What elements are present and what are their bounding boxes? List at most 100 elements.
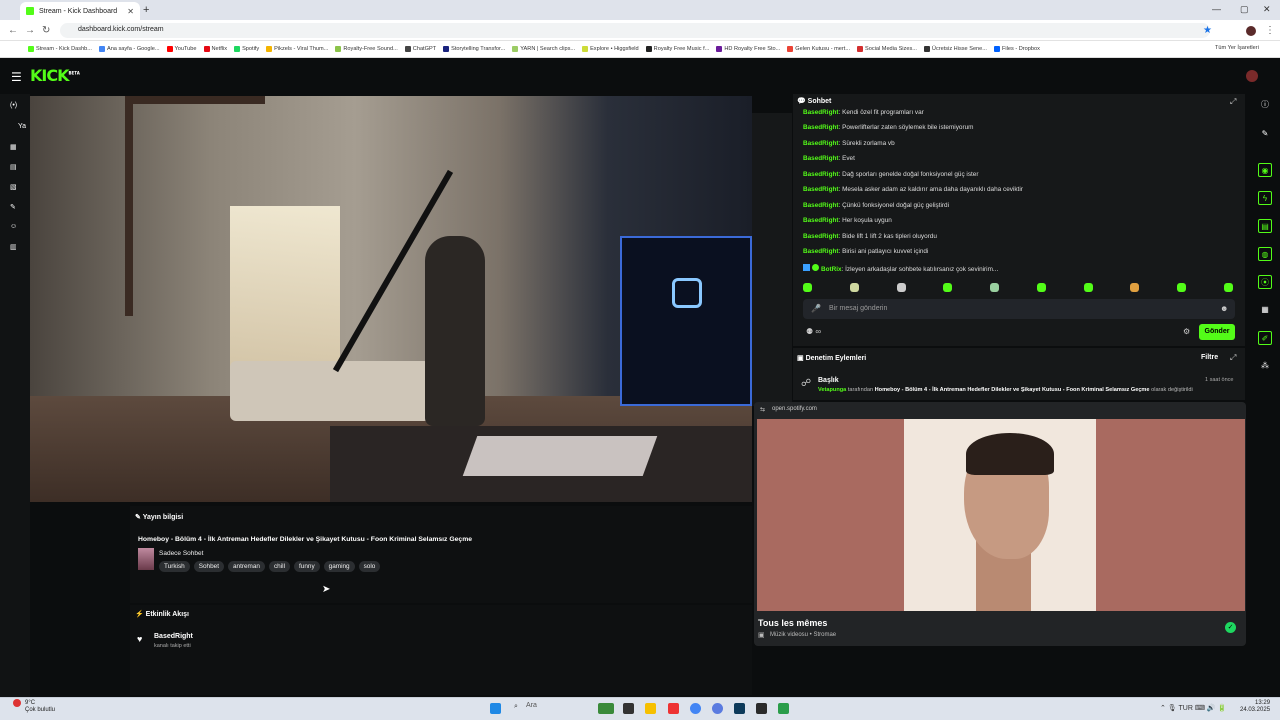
- camera-icon[interactable]: ◉: [1258, 163, 1272, 177]
- bookmark-item[interactable]: YARN | Search clips...: [512, 46, 575, 52]
- maximize-button[interactable]: ▢: [1240, 4, 1249, 15]
- bookmark-item[interactable]: Ana sayfa - Google...: [98, 46, 160, 52]
- users-icon[interactable]: ☺: [10, 223, 17, 230]
- bookmark-item[interactable]: Spotify: [234, 46, 259, 52]
- emote-icon[interactable]: [1130, 283, 1140, 292]
- clock[interactable]: 13:29 24.03.2025: [1240, 700, 1270, 714]
- chat-icon[interactable]: ◍: [1258, 247, 1272, 261]
- bookmark-item[interactable]: HD Royalty Free Sto...: [716, 46, 780, 52]
- emote-icon[interactable]: [1083, 283, 1093, 292]
- layers-icon[interactable]: ▦: [1258, 303, 1272, 317]
- send-button[interactable]: Gönder: [1199, 324, 1235, 340]
- popout-icon[interactable]: ⤢: [1230, 353, 1236, 363]
- widget-icon[interactable]: [598, 703, 614, 714]
- emote-icon[interactable]: [990, 283, 1000, 292]
- broadcast-icon[interactable]: ⦿: [1258, 275, 1272, 289]
- url-field[interactable]: dashboard.kick.com/stream: [60, 23, 1210, 38]
- emote-icon[interactable]: [1036, 283, 1046, 292]
- edit-icon[interactable]: ✎: [1258, 127, 1272, 141]
- menu-icon[interactable]: ⋮: [1265, 25, 1275, 36]
- bookmark-item[interactable]: Files - Dropbox: [993, 46, 1040, 52]
- windows-start-icon[interactable]: [490, 703, 501, 714]
- user-avatar[interactable]: [1246, 70, 1258, 82]
- file-explorer-icon[interactable]: [645, 703, 656, 714]
- bookmark-item[interactable]: Ücretsiz Hisse Sene...: [923, 46, 987, 52]
- bookmark-item[interactable]: Royalty-Free Sound...: [335, 46, 398, 52]
- bookmark-item[interactable]: Storytelling Transfor...: [443, 46, 505, 52]
- popout-icon[interactable]: ⤢: [1230, 97, 1236, 107]
- chrome-icon[interactable]: [690, 703, 701, 714]
- tag[interactable]: antreman: [227, 561, 265, 572]
- app-icon[interactable]: [756, 703, 767, 714]
- emote-icon[interactable]: [943, 283, 953, 292]
- tools-icon[interactable]: ✎: [10, 203, 16, 211]
- library-icon[interactable]: ▥: [10, 243, 17, 251]
- bookmark-item[interactable]: ChatGPT: [404, 46, 436, 52]
- check-icon[interactable]: ✓: [1225, 622, 1236, 633]
- bookmark-star-icon[interactable]: ★: [1203, 25, 1212, 36]
- close-window-button[interactable]: ✕: [1263, 4, 1271, 15]
- taskbar-search[interactable]: Ara: [510, 702, 590, 715]
- emote-icon[interactable]: [1177, 283, 1187, 292]
- bolt-icon[interactable]: ϟ: [1258, 191, 1272, 205]
- tag[interactable]: solo: [358, 561, 381, 572]
- all-bookmarks-link[interactable]: Tüm Yer İşaretleri: [1215, 45, 1259, 51]
- emote-icon[interactable]: [1223, 283, 1233, 292]
- tag[interactable]: chill: [268, 561, 290, 572]
- info-icon[interactable]: ⓘ: [1258, 98, 1272, 112]
- stream-icon[interactable]: (•): [10, 102, 17, 109]
- chat-message: BasedRight: Powerlifterlar zaten söyleme…: [803, 124, 974, 131]
- app-icon[interactable]: [734, 703, 745, 714]
- chat-badges-icon[interactable]: ⚉ ∞: [806, 327, 821, 336]
- app-icon[interactable]: [668, 703, 679, 714]
- wrench-icon[interactable]: ✐: [1258, 331, 1272, 345]
- stream-category[interactable]: Sadece Sohbet: [159, 550, 203, 557]
- tag[interactable]: Sohbet: [193, 561, 224, 572]
- stream-video[interactable]: [30, 96, 752, 502]
- emote-icon[interactable]: [896, 283, 906, 292]
- dashboard-icon[interactable]: ▦: [10, 143, 17, 151]
- app-icon[interactable]: [712, 703, 723, 714]
- nav-item[interactable]: Ya: [18, 123, 26, 130]
- weather-icon[interactable]: [13, 699, 21, 707]
- share-icon[interactable]: ⁂: [1258, 359, 1272, 373]
- bookmark-item[interactable]: Gelen Kutusu - mert...: [787, 46, 850, 52]
- bookmark-item[interactable]: YouTube: [166, 46, 197, 52]
- video-icon: ▣: [758, 632, 765, 639]
- settings-icon[interactable]: ▧: [10, 183, 17, 191]
- task-view-icon[interactable]: [623, 703, 634, 714]
- hamburger-menu-icon[interactable]: ☰: [11, 70, 22, 84]
- bookmark-item[interactable]: Pikzels - Viral Thum...: [266, 46, 328, 52]
- kick-logo[interactable]: KICKBETA: [30, 66, 80, 85]
- analytics-icon[interactable]: ▤: [10, 163, 17, 171]
- chat-message-input[interactable]: Bir mesaj gönderin: [803, 299, 1235, 319]
- filter-button[interactable]: Filtre: [1201, 354, 1218, 361]
- bookmark-item[interactable]: Stream - Kick Dashb...: [28, 46, 92, 52]
- tag[interactable]: Turkish: [159, 561, 190, 572]
- system-tray[interactable]: ⌃ 🎙 TUR ⌨ 🔊 🔋: [1160, 704, 1226, 712]
- emoji-icon[interactable]: ☻: [1220, 304, 1228, 313]
- chat-settings-icon[interactable]: ⚙: [1183, 327, 1190, 336]
- bookmark-item[interactable]: Netflix: [203, 46, 227, 52]
- activity-user[interactable]: BasedRight: [154, 633, 193, 640]
- forward-icon[interactable]: →: [25, 25, 35, 36]
- reload-icon[interactable]: ↻: [42, 25, 50, 36]
- back-icon[interactable]: ←: [8, 25, 18, 36]
- weather-widget[interactable]: 9°C Çok bulutlu: [25, 700, 55, 714]
- close-tab-icon[interactable]: ✕: [127, 7, 134, 16]
- document-icon[interactable]: ▤: [1258, 219, 1272, 233]
- stream-title[interactable]: Homeboy - Bölüm 4 - İlk Antreman Hedefle…: [138, 536, 472, 543]
- app-icon[interactable]: [778, 703, 789, 714]
- browser-tab[interactable]: Stream - Kick Dashboard ✕: [20, 2, 140, 20]
- emote-icon[interactable]: [803, 283, 812, 292]
- new-tab-button[interactable]: +: [143, 4, 149, 16]
- bookmark-item[interactable]: Social Media Sizes...: [857, 46, 917, 52]
- tag[interactable]: gaming: [323, 561, 355, 572]
- bookmark-item[interactable]: Royalty Free Music f...: [645, 46, 709, 52]
- microphone-icon[interactable]: 🎤: [811, 304, 821, 313]
- bookmark-item[interactable]: Explore • Higgsfield: [582, 46, 639, 52]
- tag[interactable]: funny: [294, 561, 320, 572]
- emote-icon[interactable]: [849, 283, 859, 292]
- minimize-button[interactable]: —: [1212, 4, 1221, 14]
- profile-avatar[interactable]: [1246, 26, 1256, 36]
